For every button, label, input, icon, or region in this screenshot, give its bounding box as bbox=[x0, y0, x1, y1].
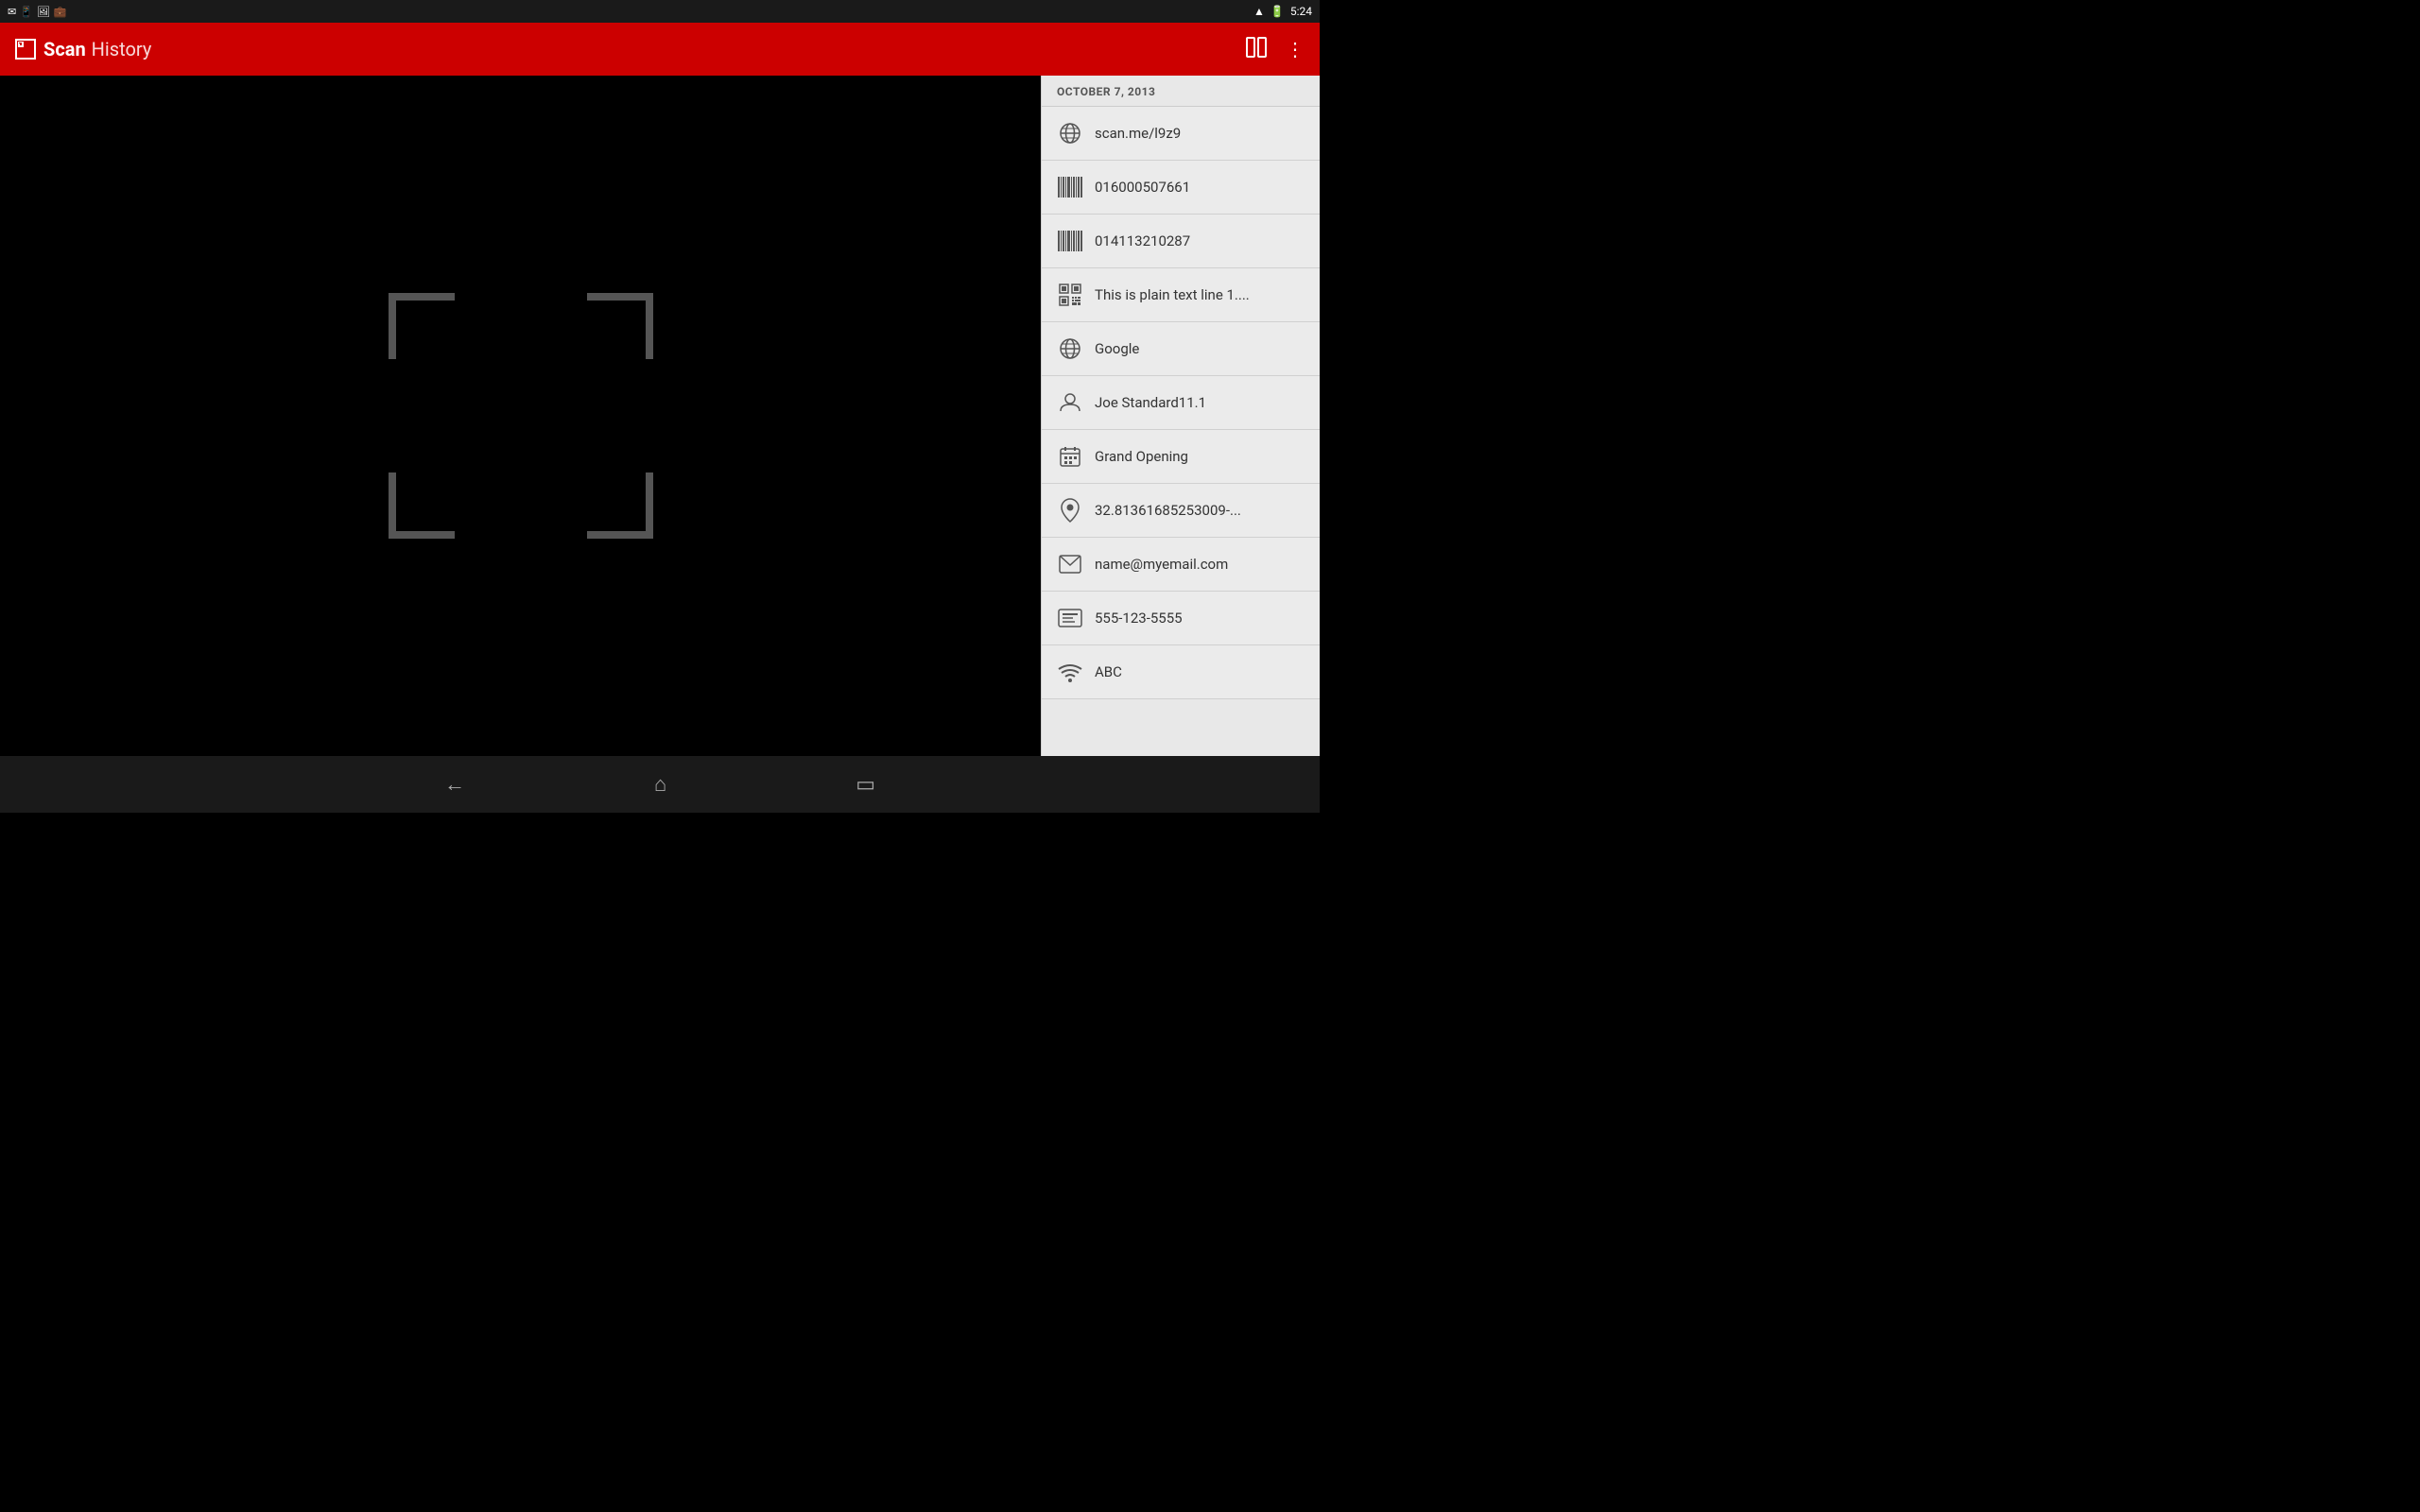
email-icon bbox=[1057, 551, 1083, 577]
history-item-text: 32.81361685253009-... bbox=[1095, 502, 1241, 519]
history-item-text: 555-123-5555 bbox=[1095, 610, 1183, 627]
history-item[interactable]: scan.me/l9z9 bbox=[1042, 107, 1320, 161]
globe-icon bbox=[1057, 120, 1083, 146]
history-item-text: This is plain text line 1.... bbox=[1095, 286, 1250, 303]
qr-code-icon bbox=[1057, 282, 1083, 308]
history-item[interactable]: Grand Opening bbox=[1042, 430, 1320, 484]
history-item[interactable]: Google bbox=[1042, 322, 1320, 376]
status-bar-right: ▲ 🔋 5:24 bbox=[1253, 5, 1312, 18]
history-item[interactable]: 014113210287 bbox=[1042, 215, 1320, 268]
split-view-button[interactable] bbox=[1246, 37, 1267, 62]
bracket-bottom-right bbox=[587, 472, 653, 539]
phone-icon: 📱 bbox=[20, 6, 33, 18]
history-item[interactable]: Joe Standard11.1 bbox=[1042, 376, 1320, 430]
app-bar: Scan History ⋮ bbox=[0, 23, 1320, 76]
scan-brackets bbox=[389, 293, 653, 539]
barcode-icon bbox=[1057, 228, 1083, 254]
calendar-icon bbox=[1057, 443, 1083, 470]
bracket-top-left bbox=[389, 293, 455, 359]
history-item[interactable]: 555-123-5555 bbox=[1042, 592, 1320, 645]
app-logo bbox=[15, 39, 36, 60]
history-date-header: OCTOBER 7, 2013 bbox=[1042, 76, 1320, 107]
history-item-text: ABC bbox=[1095, 663, 1122, 680]
history-panel: OCTOBER 7, 2013 scan.me/l9z9 bbox=[1041, 76, 1320, 756]
app-title-history: History bbox=[92, 38, 152, 60]
bracket-top-right bbox=[587, 293, 653, 359]
image-icon: 🖼 bbox=[37, 6, 50, 18]
phone-card-icon bbox=[1057, 605, 1083, 631]
status-bar: ✉ 📱 🖼 💼 ▲ 🔋 5:24 bbox=[0, 0, 1320, 23]
briefcase-icon: 💼 bbox=[54, 6, 67, 18]
scan-logo-icon bbox=[18, 42, 33, 57]
wifi-status-icon: ▲ bbox=[1253, 5, 1265, 18]
wifi-icon bbox=[1057, 659, 1083, 685]
history-item[interactable]: ABC bbox=[1042, 645, 1320, 699]
app-bar-actions: ⋮ bbox=[1246, 37, 1305, 62]
history-item[interactable]: name@myemail.com bbox=[1042, 538, 1320, 592]
history-item-text: Google bbox=[1095, 340, 1139, 357]
home-button[interactable]: ⌂ bbox=[654, 772, 666, 797]
history-item-text: 016000507661 bbox=[1095, 179, 1190, 196]
bracket-bottom-left bbox=[389, 472, 455, 539]
history-item-text: name@myemail.com bbox=[1095, 556, 1228, 573]
battery-icon: 🔋 bbox=[1270, 5, 1285, 18]
history-item-text: 014113210287 bbox=[1095, 232, 1190, 249]
location-pin-icon bbox=[1057, 497, 1083, 524]
history-item-text: Grand Opening bbox=[1095, 448, 1188, 465]
person-icon bbox=[1057, 389, 1083, 416]
app-title-scan: Scan bbox=[43, 38, 86, 60]
camera-view bbox=[0, 76, 1041, 756]
history-item-text: scan.me/l9z9 bbox=[1095, 125, 1181, 142]
clock: 5:24 bbox=[1290, 5, 1312, 18]
recents-button[interactable]: ▭ bbox=[856, 773, 875, 797]
history-item[interactable]: 32.81361685253009-... bbox=[1042, 484, 1320, 538]
email-notification-icon: ✉ bbox=[8, 6, 16, 18]
nav-bar: ← ⌂ ▭ bbox=[0, 756, 1320, 813]
history-item-text: Joe Standard11.1 bbox=[1095, 394, 1206, 411]
history-item[interactable]: 016000507661 bbox=[1042, 161, 1320, 215]
back-button[interactable]: ← bbox=[444, 772, 465, 797]
history-item[interactable]: This is plain text line 1.... bbox=[1042, 268, 1320, 322]
status-bar-left: ✉ 📱 🖼 💼 bbox=[8, 6, 67, 18]
barcode-icon bbox=[1057, 174, 1083, 200]
globe-icon bbox=[1057, 335, 1083, 362]
more-options-button[interactable]: ⋮ bbox=[1286, 38, 1305, 60]
